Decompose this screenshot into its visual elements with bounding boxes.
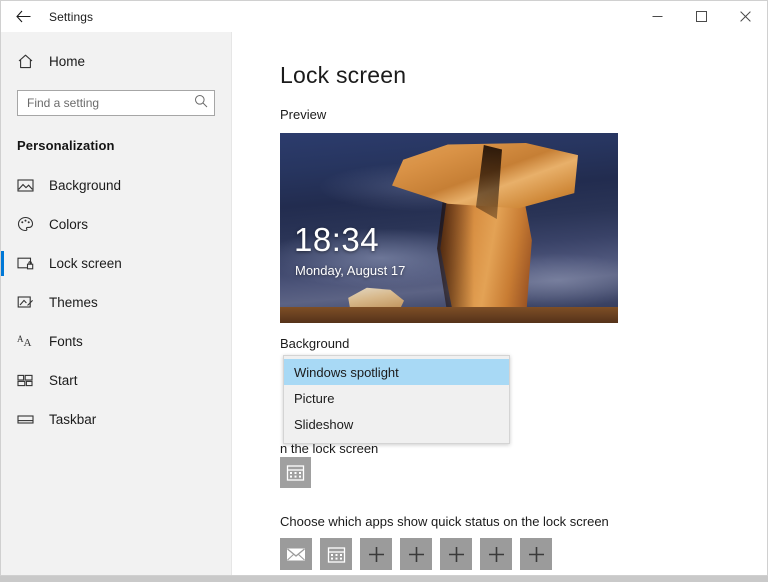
quick-status-tile-add-4[interactable] [480,538,512,570]
ground [280,307,618,323]
dropdown-option-slideshow[interactable]: Slideshow [284,411,509,437]
sidebar-item-colors[interactable]: Colors [1,205,231,244]
maximize-icon [696,11,707,22]
selection-accent-bar [1,251,4,276]
page-title: Lock screen [280,62,767,89]
back-button[interactable] [1,1,45,32]
sidebar-item-background-label: Background [49,178,121,193]
sidebar-item-fonts-label: Fonts [49,334,83,349]
sidebar-section-title: Personalization [1,116,231,153]
sidebar-item-start[interactable]: Start [1,361,231,400]
background-combo-area: n the lock screen Windows spotlight Pict… [280,355,767,451]
close-button[interactable] [723,1,767,32]
preview-clock-time: 18:34 [294,223,379,256]
dropdown-option-picture[interactable]: Picture [284,385,509,411]
quick-status-tile-mail[interactable] [280,538,312,570]
search-box[interactable] [17,90,215,116]
fonts-icon: A A [17,333,43,350]
back-arrow-icon [16,10,31,23]
calendar-icon [286,463,305,482]
quick-status-tile-add-1[interactable] [360,538,392,570]
search-container [1,78,231,116]
detailed-status-tile-row [280,457,767,488]
plus-icon [408,546,425,563]
svg-text:A: A [24,337,32,349]
sidebar-item-lock-screen[interactable]: Lock screen [1,244,231,283]
quick-status-tile-calendar[interactable] [320,538,352,570]
minimize-icon [652,11,663,22]
title-bar: Settings [1,1,767,32]
background-label: Background [280,336,767,351]
app-title: Settings [49,10,93,24]
start-icon [17,372,43,389]
background-dropdown-list[interactable]: Windows spotlight Picture Slideshow [283,355,510,444]
sidebar-item-home[interactable]: Home [1,44,231,78]
detailed-status-tile-calendar[interactable] [280,457,311,488]
plus-icon [368,546,385,563]
dropdown-option-label: Slideshow [294,417,353,432]
sidebar-nav-list: Background Colors [1,166,231,439]
quick-status-tile-add-2[interactable] [400,538,432,570]
main-content: Lock screen Preview 18:34 Monday, August… [232,32,767,575]
sidebar-item-colors-label: Colors [49,217,88,232]
themes-icon [17,294,43,311]
settings-window: Settings [0,0,768,576]
preview-clock-date: Monday, August 17 [295,263,405,278]
sidebar-item-background[interactable]: Background [1,166,231,205]
calendar-icon [327,545,346,564]
taskbar-icon [17,411,43,428]
window-controls [635,1,767,32]
plus-icon [488,546,505,563]
window-body: Home Personalization [1,32,767,575]
sidebar-item-fonts[interactable]: A A Fonts [1,322,231,361]
mail-icon [286,544,306,564]
image-icon [17,177,43,194]
quick-status-tile-row [280,538,767,570]
plus-icon [448,546,465,563]
sidebar-item-start-label: Start [49,373,78,388]
dropdown-option-label: Picture [294,391,334,406]
dropdown-option-label: Windows spotlight [294,365,399,380]
lock-screen-icon [17,255,43,272]
quick-status-label: Choose which apps show quick status on t… [280,514,767,529]
sidebar-item-themes-label: Themes [49,295,98,310]
quick-status-tile-add-5[interactable] [520,538,552,570]
minimize-button[interactable] [635,1,679,32]
lock-screen-preview: 18:34 Monday, August 17 [280,133,618,323]
close-icon [740,11,751,22]
dropdown-option-windows-spotlight[interactable]: Windows spotlight [284,359,509,385]
search-icon [194,94,208,113]
sidebar: Home Personalization [1,32,232,575]
search-input[interactable] [27,96,194,110]
sidebar-item-taskbar-label: Taskbar [49,412,96,427]
sidebar-item-home-label: Home [49,54,85,69]
sidebar-item-lock-screen-label: Lock screen [49,256,122,271]
preview-label: Preview [280,107,767,122]
quick-status-tile-add-3[interactable] [440,538,472,570]
home-icon [17,53,43,70]
sidebar-item-taskbar[interactable]: Taskbar [1,400,231,439]
maximize-button[interactable] [679,1,723,32]
sidebar-item-themes[interactable]: Themes [1,283,231,322]
plus-icon [528,546,545,563]
palette-icon [17,216,43,233]
